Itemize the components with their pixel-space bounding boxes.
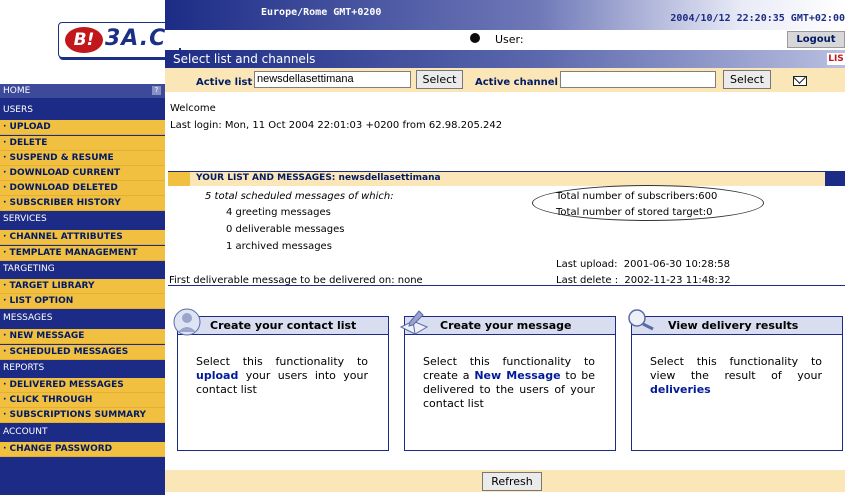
sidebar-section-account: ACCOUNT <box>0 425 165 439</box>
sidebar-item-delete[interactable]: · DELETE <box>0 136 165 151</box>
sidebar-item-download-current[interactable]: · DOWNLOAD CURRENT <box>0 166 165 181</box>
sidebar-item-suspend-resume[interactable]: · SUSPEND & RESUME <box>0 151 165 166</box>
card-description: Select this functionality to create a Ne… <box>423 355 595 411</box>
greeting-count: 4 greeting messages <box>226 207 331 218</box>
first-deliverable: First deliverable message to be delivere… <box>169 275 423 286</box>
sidebar-item-target-library[interactable]: · TARGET LIBRARY <box>0 279 165 294</box>
open-book-pen-icon <box>399 310 429 335</box>
active-channel-label: Active channel <box>475 77 558 88</box>
sidebar-item-scheduled-messages[interactable]: · SCHEDULED MESSAGES <box>0 345 165 360</box>
card-contact-list[interactable]: Create your contact list Select this fun… <box>173 308 389 451</box>
card-text: Select this functionality to view the re… <box>650 355 822 382</box>
active-channel-input[interactable] <box>560 71 716 88</box>
card-title: Create your contact list <box>210 319 357 332</box>
card-text: Select this functionality to <box>196 355 368 368</box>
list-header-marker <box>168 172 190 186</box>
b3a-logo[interactable]: B! 3A.COM <box>58 22 208 58</box>
mail-icon[interactable] <box>793 76 807 86</box>
deliveries-link[interactable]: deliveries <box>650 383 711 396</box>
active-list-controls: Active list Select Active channel Select <box>165 68 845 92</box>
sidebar-item-list-option[interactable]: · LIST OPTION <box>0 294 165 309</box>
card-description: Select this functionality to view the re… <box>650 355 822 397</box>
welcome-text: Welcome <box>170 103 216 114</box>
last-login-text: Last login: Mon, 11 Oct 2004 22:01:03 +0… <box>170 120 503 131</box>
sidebar-section-messages: MESSAGES <box>0 311 165 325</box>
sidebar-home[interactable]: HOME ? <box>0 84 165 98</box>
scheduled-total: 5 total scheduled messages of which: <box>205 191 394 202</box>
active-list-label: Active list <box>196 77 253 88</box>
corner-badge: LIS <box>827 53 845 65</box>
contact-person-icon <box>173 308 201 336</box>
select-channel-button[interactable]: Select <box>723 70 771 89</box>
sidebar-section-users: USERS <box>0 103 165 117</box>
sidebar-home-label: HOME <box>3 86 31 96</box>
help-icon[interactable]: ? <box>152 86 161 95</box>
sidebar-item-subscriber-history[interactable]: · SUBSCRIBER HISTORY <box>0 196 165 211</box>
archived-count: 1 archived messages <box>226 241 332 252</box>
refresh-button[interactable]: Refresh <box>482 472 542 491</box>
card-description: Select this functionality to upload your… <box>196 355 368 397</box>
card-message[interactable]: Create your message Select this function… <box>399 310 616 451</box>
sidebar-item-upload[interactable]: · UPLOAD <box>0 120 165 135</box>
list-title: YOUR LIST AND MESSAGES: newsdellasettima… <box>196 173 441 183</box>
sidebar-section-targeting: TARGETING <box>0 262 165 276</box>
logo-area: B! 3A.COM <box>0 0 208 84</box>
sidebar-item-subscriptions-summary[interactable]: · SUBSCRIPTIONS SUMMARY <box>0 408 165 423</box>
card-delivery-results[interactable]: View delivery results Select this functi… <box>628 309 843 451</box>
sidebar-item-new-message[interactable]: · NEW MESSAGE <box>0 329 165 344</box>
user-row: User: Logout <box>165 30 845 48</box>
select-list-bar: Select list and channels LIS <box>165 50 845 68</box>
last-upload: Last upload: 2001-06-30 10:28:58 <box>556 259 730 270</box>
new-message-link[interactable]: New Message <box>474 369 560 382</box>
sidebar-item-template-management[interactable]: · TEMPLATE MANAGEMENT <box>0 246 165 261</box>
datetime-label: 2004/10/12 22:20:35 GMT+02:00 <box>670 13 845 24</box>
sidebar: HOME ? USERS · UPLOAD · DELETE · SUSPEND… <box>0 84 165 495</box>
sidebar-section-reports: REPORTS <box>0 361 165 375</box>
user-label: User: <box>495 33 524 46</box>
sidebar-section-services: SERVICES <box>0 212 165 226</box>
sidebar-item-download-deleted[interactable]: · DOWNLOAD DELETED <box>0 181 165 196</box>
subscribers-total: Total number of subscribers:600 <box>556 191 718 202</box>
select-list-button[interactable]: Select <box>416 70 463 89</box>
stored-target-total: Total number of stored target:0 <box>556 207 713 218</box>
magnifier-icon <box>628 309 654 331</box>
card-title: View delivery results <box>668 319 799 332</box>
sidebar-item-delivered-messages[interactable]: · DELIVERED MESSAGES <box>0 378 165 393</box>
logo-badge: B! <box>65 27 103 53</box>
sidebar-item-channel-attributes[interactable]: · CHANNEL ATTRIBUTES <box>0 230 165 245</box>
upload-link[interactable]: upload <box>196 369 238 382</box>
card-title: Create your message <box>440 319 572 332</box>
list-header: YOUR LIST AND MESSAGES: newsdellasettima… <box>168 171 845 187</box>
active-list-input[interactable] <box>254 71 411 88</box>
select-list-title: Select list and channels <box>173 52 316 66</box>
logout-button[interactable]: Logout <box>787 31 845 48</box>
italy-flag-icon <box>470 33 480 43</box>
list-header-end <box>825 172 845 186</box>
refresh-bar: Refresh <box>165 470 845 492</box>
timezone-label: Europe/Rome GMT+0200 <box>261 7 382 18</box>
last-delete: Last delete : 2002-11-23 11:48:32 <box>556 275 731 286</box>
top-banner: Europe/Rome GMT+0200 2004/10/12 22:20:35… <box>165 0 845 30</box>
deliverable-count: 0 deliverable messages <box>226 224 345 235</box>
sidebar-item-click-through[interactable]: · CLICK THROUGH <box>0 393 165 408</box>
sidebar-item-change-password[interactable]: · CHANGE PASSWORD <box>0 442 165 457</box>
